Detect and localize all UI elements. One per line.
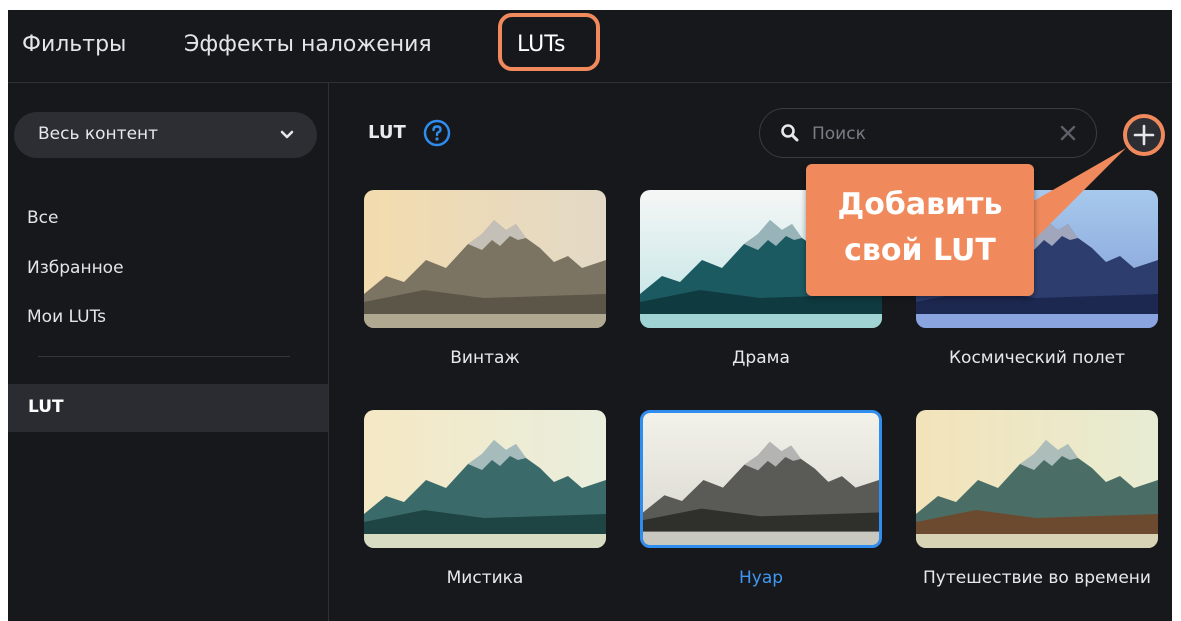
section-title: LUT [368, 122, 406, 143]
search-input[interactable] [810, 119, 1034, 149]
lut-card-label: Путешествие во времени [923, 568, 1151, 588]
chevron-down-icon [280, 130, 294, 139]
lut-card-label: Драма [732, 348, 790, 368]
lut-thumbnail [916, 410, 1158, 548]
lut-card-label: Космический полет [948, 348, 1126, 368]
sidebar-divider [38, 356, 290, 357]
lut-thumbnail [364, 190, 606, 328]
sidebar-item-lut-label: LUT [28, 397, 64, 417]
lut-thumbnail [364, 410, 606, 548]
sidebar: Весь контент Все Избранное Мои LUTs LUT [8, 83, 329, 621]
app-window: Фильтры Эффекты наложения LUTs Весь конт… [8, 10, 1172, 621]
sidebar-item-all[interactable]: Все [27, 208, 58, 228]
search-box [759, 108, 1097, 158]
dropdown-selected-label: Весь контент [38, 124, 159, 144]
tab-bar: Фильтры Эффекты наложения LUTs [8, 10, 1172, 83]
callout-line-2: свой LUT [844, 233, 996, 268]
search-icon [781, 124, 799, 142]
callout-line-1: Добавить [837, 187, 1003, 222]
tab-overlay-effects[interactable]: Эффекты наложения [184, 30, 432, 60]
tab-luts-highlight [498, 13, 600, 71]
sidebar-item-lut[interactable]: LUT [8, 384, 328, 432]
help-icon[interactable] [423, 119, 451, 147]
content-filter-dropdown[interactable]: Весь контент [14, 112, 317, 158]
lut-card-label: Мистика [446, 568, 524, 588]
sidebar-item-my-luts[interactable]: Мои LUTs [27, 307, 106, 327]
lut-card-label: Винтаж [450, 348, 520, 368]
plus-icon [1133, 124, 1155, 146]
add-lut-callout: Добавить свой LUT [806, 164, 1034, 296]
close-icon[interactable] [1058, 123, 1078, 143]
tab-filters[interactable]: Фильтры [22, 30, 126, 60]
lut-thumbnail-selected [640, 410, 882, 548]
sidebar-item-favorites[interactable]: Избранное [27, 258, 124, 278]
add-lut-button[interactable] [1123, 114, 1165, 156]
lut-card-label: Нуар [738, 568, 784, 588]
